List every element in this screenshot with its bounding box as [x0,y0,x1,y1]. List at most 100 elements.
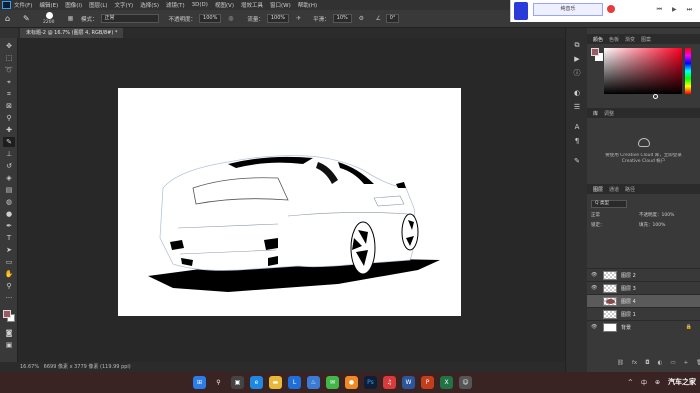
zoom-level[interactable]: 16.67% [20,364,39,370]
frame-tool-icon[interactable]: ⊠ [3,101,15,111]
panel-foreground-swatch[interactable] [591,48,599,56]
zoom-tool-icon[interactable]: ⚲ [3,281,15,291]
brush-icon[interactable]: ✎ [23,14,33,23]
menu-3d[interactable]: 3D(D) [192,2,208,8]
eye-icon[interactable]: 👁 [591,272,597,278]
canvas-area[interactable] [18,38,565,362]
layer-row[interactable]: 👁 图层 3 [587,281,700,294]
tray-expand-icon[interactable]: ^ [628,379,633,386]
shape-tool-icon[interactable]: ▭ [3,257,15,267]
app-orange-icon[interactable]: ● [345,376,358,389]
eyedropper-tool-icon[interactable]: ⚲ [3,113,15,123]
color-picker-field[interactable] [604,48,682,99]
info-panel-icon[interactable]: ⓘ [572,68,582,78]
word-icon[interactable]: W [402,376,415,389]
brush-settings-icon[interactable]: ▦ [66,14,75,23]
flow-field[interactable]: 100% [266,14,290,23]
menu-image[interactable]: 图像(I) [65,1,82,9]
brush-size-picker[interactable]: 2200 [39,11,61,27]
new-layer-icon[interactable]: + [684,360,689,366]
gradient-tool-icon[interactable]: ▤ [3,185,15,195]
avatar-app-icon[interactable]: ☺ [459,376,472,389]
move-tool-icon[interactable]: ✥ [3,41,15,51]
home-icon[interactable]: ⌂ [5,14,15,23]
airbrush-icon[interactable]: ✈ [294,14,303,23]
layer-opacity-field[interactable]: 不透明度：100% [639,212,674,218]
wechat-icon[interactable]: ✉ [326,376,339,389]
play-icon[interactable]: ▶ [672,6,677,14]
menu-help[interactable]: 帮助(H) [298,1,317,9]
foreground-color-swatch[interactable] [3,310,11,318]
layer-filter-select[interactable]: Q 类型 [591,200,627,208]
angle-field[interactable]: 0° [385,14,400,23]
stamp-tool-icon[interactable]: ⊥ [3,149,15,159]
brushes-panel-icon[interactable]: ✎ [572,156,582,166]
netease-music-icon[interactable]: ♫ [383,376,396,389]
menu-window[interactable]: 窗口(W) [270,1,291,9]
library-message-line2[interactable]: Creative Cloud 帐户 [593,159,694,165]
tab-color[interactable]: 颜色 [593,36,603,43]
layer-row[interactable]: 👁 背景 🔒 [587,320,700,333]
input-method-label[interactable]: 中 [641,378,647,387]
tab-channels[interactable]: 通道 [609,186,619,193]
search-icon[interactable]: ⚲ [212,376,225,389]
file-explorer-icon[interactable]: ▬ [269,376,282,389]
hand-tool-icon[interactable]: ✋ [3,269,15,279]
powerpoint-icon[interactable]: P [421,376,434,389]
delete-layer-icon[interactable]: 🗑 [696,360,700,366]
task-view-icon[interactable]: ▣ [231,376,244,389]
lasso-tool-icon[interactable]: ➰ [3,65,15,75]
more-tools-icon[interactable]: ··· [3,293,15,303]
history-panel-icon[interactable]: ⧉ [572,40,582,50]
player-badge-icon[interactable] [514,2,528,20]
dodge-tool-icon[interactable]: ● [3,209,15,219]
start-icon[interactable]: ⊞ [193,376,206,389]
new-group-icon[interactable]: ▭ [670,360,675,366]
layer-row[interactable]: 👁 图层 2 [587,268,700,281]
network-icon[interactable]: ⊕ [655,379,660,386]
tab-paths[interactable]: 路径 [625,186,635,193]
lenovo-icon[interactable]: L [288,376,301,389]
photoshop-taskbar-icon[interactable]: Ps [364,376,377,389]
properties-panel-icon[interactable]: ☰ [572,102,582,112]
actions-panel-icon[interactable]: ▶ [572,54,582,64]
quick-select-tool-icon[interactable]: ⌖ [3,77,15,87]
artboard[interactable] [118,88,461,316]
pen-tool-icon[interactable]: ✒ [3,221,15,231]
steam-icon[interactable]: ♨ [307,376,320,389]
healing-tool-icon[interactable]: ✚ [3,125,15,135]
quick-mask-icon[interactable]: ◙ [3,328,15,338]
type-tool-icon[interactable]: T [3,233,15,243]
excel-icon[interactable]: X [440,376,453,389]
tab-layers[interactable]: 图层 [593,186,603,193]
menu-view[interactable]: 视图(V) [215,1,234,9]
tab-libraries[interactable]: 库 [593,110,598,117]
hue-slider[interactable] [685,48,691,94]
layer-row[interactable]: 图层 1 [587,307,700,320]
adjust-panel-icon[interactable]: ◐ [572,88,582,98]
playlist-name[interactable]: 纯音乐 [533,3,603,16]
opacity-field[interactable]: 100% [199,14,222,23]
blur-tool-icon[interactable]: ◍ [3,197,15,207]
tab-patterns[interactable]: 图案 [641,36,651,43]
menu-filter[interactable]: 滤镜(T) [166,1,185,9]
mode-select[interactable]: 正常 [100,14,159,23]
tab-adjustments[interactable]: 调整 [604,110,614,117]
link-layers-icon[interactable]: ⛓ [617,360,624,366]
history-brush-tool-icon[interactable]: ↺ [3,161,15,171]
tab-swatches[interactable]: 色板 [609,36,619,43]
fx-icon[interactable]: fx [632,360,637,366]
pressure-opacity-icon[interactable]: ◎ [226,14,235,23]
marquee-tool-icon[interactable]: ⬚ [3,53,15,63]
menu-type[interactable]: 文字(Y) [115,1,134,9]
tab-gradients[interactable]: 渐变 [625,36,635,43]
eye-icon[interactable]: 👁 [591,324,597,330]
menu-plugins[interactable]: 增效工具 [241,1,263,9]
document-tab[interactable]: 未标题-2 @ 16.7% (图层 4, RGB/8#) * [20,28,124,38]
layer-row-selected[interactable]: 图层 4 [587,294,700,307]
prev-icon[interactable]: ⏮ [657,6,662,14]
blend-mode-select[interactable]: 正常 [591,212,600,218]
smooth-field[interactable]: 10% [332,14,352,23]
paragraph-panel-icon[interactable]: ¶ [572,136,582,146]
path-select-tool-icon[interactable]: ➤ [3,245,15,255]
